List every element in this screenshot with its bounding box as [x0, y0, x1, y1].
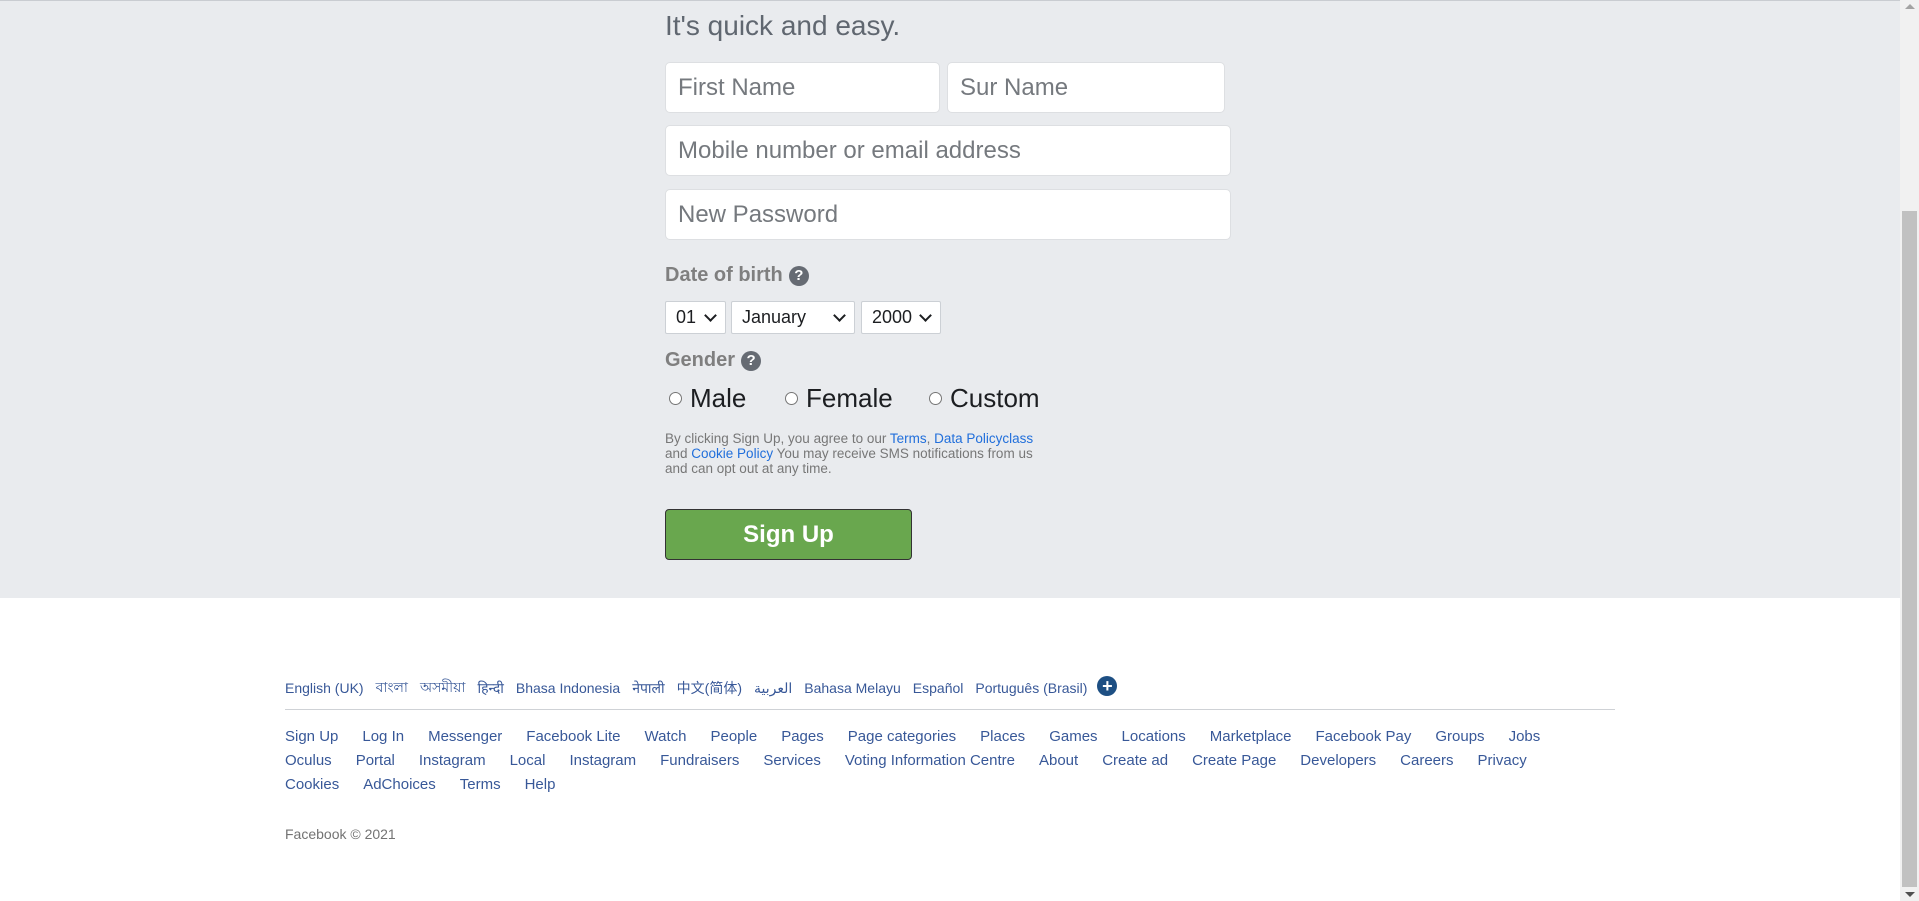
- footer-link[interactable]: Marketplace: [1210, 728, 1292, 745]
- footer-link[interactable]: Terms: [460, 776, 501, 793]
- chevron-down-icon: [704, 308, 717, 322]
- scroll-down-arrow-icon[interactable]: [1905, 892, 1915, 897]
- language-link[interactable]: English (UK): [285, 680, 364, 696]
- language-link[interactable]: অসমীয়া: [420, 676, 465, 700]
- gender-label: Gender ?: [665, 349, 762, 372]
- birth-month-value: January: [742, 307, 807, 327]
- footer-link[interactable]: Cookies: [285, 776, 339, 793]
- footer-links-row: Sign Up Log In Messenger Facebook Lite W…: [285, 728, 1625, 745]
- custom-label: Custom: [950, 383, 1040, 413]
- male-label: Male: [690, 383, 747, 413]
- footer-link[interactable]: Sign Up: [285, 728, 338, 745]
- footer-divider: [285, 709, 1615, 710]
- copyright-text: Facebook © 2021: [285, 826, 396, 842]
- signup-subtitle: It's quick and easy.: [665, 10, 901, 41]
- footer-link[interactable]: Jobs: [1509, 728, 1541, 745]
- sign-up-button[interactable]: Sign Up: [665, 509, 912, 560]
- vertical-scrollbar[interactable]: [1900, 0, 1919, 901]
- footer-link[interactable]: Local: [510, 752, 546, 769]
- footer-link[interactable]: About: [1039, 752, 1078, 769]
- language-selector: English (UK) বাংলা অসমীয়া हिन्दी Bhasa …: [285, 676, 1118, 700]
- footer-link[interactable]: Fundraisers: [660, 752, 739, 769]
- footer-link[interactable]: Page categories: [848, 728, 956, 745]
- language-link[interactable]: 中文(简体): [677, 678, 742, 698]
- legal-notice: By clicking Sign Up, you agree to our Te…: [665, 431, 1045, 476]
- scrollbar-thumb[interactable]: [1902, 211, 1917, 887]
- footer-link[interactable]: Instagram: [569, 752, 636, 769]
- male-radio[interactable]: [669, 392, 682, 405]
- chevron-down-icon: [919, 308, 932, 322]
- custom-radio[interactable]: [929, 392, 942, 405]
- female-label: Female: [806, 383, 893, 413]
- language-link[interactable]: Português (Brasil): [975, 680, 1087, 696]
- footer-link[interactable]: Groups: [1435, 728, 1484, 745]
- footer-link[interactable]: Portal: [356, 752, 395, 769]
- language-link[interactable]: Bahasa Melayu: [804, 680, 901, 696]
- birth-day-select[interactable]: 01: [665, 301, 726, 334]
- terms-link[interactable]: Terms: [890, 431, 927, 446]
- footer-link[interactable]: Pages: [781, 728, 824, 745]
- birth-year-value: 2000: [872, 307, 913, 327]
- first-name-input[interactable]: [665, 62, 940, 113]
- footer-link[interactable]: Services: [763, 752, 821, 769]
- sur-name-input[interactable]: [947, 62, 1225, 113]
- cookie-policy-link[interactable]: Cookie Policy: [691, 446, 773, 461]
- female-radio[interactable]: [785, 392, 798, 405]
- language-link[interactable]: हिन्दी: [477, 679, 503, 698]
- footer-link[interactable]: Privacy: [1478, 752, 1527, 769]
- data-policy-link[interactable]: Data Policyclass: [934, 431, 1033, 446]
- plus-circle-icon[interactable]: +: [1097, 676, 1118, 696]
- language-link[interactable]: Bhasa Indonesia: [516, 680, 620, 696]
- date-of-birth-label: Date of birth ?: [665, 264, 809, 287]
- footer-link[interactable]: Help: [525, 776, 556, 793]
- footer-link[interactable]: Games: [1049, 728, 1097, 745]
- footer-links-row: Cookies AdChoices Terms Help: [285, 776, 1625, 793]
- legal-separator: ,: [926, 431, 935, 446]
- birth-year-select[interactable]: 2000: [861, 301, 941, 334]
- footer-link[interactable]: Messenger: [428, 728, 502, 745]
- footer-link[interactable]: Developers: [1300, 752, 1376, 769]
- dob-label-text: Date of birth: [665, 264, 783, 286]
- gender-label-text: Gender: [665, 349, 736, 371]
- footer-link[interactable]: Places: [980, 728, 1025, 745]
- birth-day-value: 01: [676, 307, 697, 327]
- mobile-or-email-input[interactable]: [665, 125, 1231, 176]
- footer-link[interactable]: Watch: [645, 728, 687, 745]
- new-password-input[interactable]: [665, 189, 1231, 240]
- footer-link[interactable]: Oculus: [285, 752, 332, 769]
- footer-link[interactable]: Create ad: [1102, 752, 1168, 769]
- footer-link[interactable]: Locations: [1122, 728, 1186, 745]
- birth-month-select[interactable]: January: [731, 301, 855, 334]
- footer-link[interactable]: People: [710, 728, 757, 745]
- footer-link[interactable]: Instagram: [419, 752, 486, 769]
- question-circle-icon[interactable]: ?: [741, 350, 762, 371]
- language-link[interactable]: नेपाली: [632, 679, 664, 698]
- footer-link[interactable]: AdChoices: [363, 776, 436, 793]
- footer-link[interactable]: Careers: [1400, 752, 1453, 769]
- language-link[interactable]: العربية: [754, 680, 792, 697]
- footer-link[interactable]: Facebook Pay: [1315, 728, 1411, 745]
- footer-links-row: Oculus Portal Instagram Local Instagram …: [285, 752, 1625, 769]
- question-circle-icon[interactable]: ?: [788, 265, 809, 286]
- legal-text: By clicking Sign Up, you agree to our: [665, 431, 890, 446]
- gender-option-female[interactable]: Female: [785, 383, 893, 414]
- gender-option-custom[interactable]: Custom: [929, 383, 1040, 414]
- legal-text: and: [665, 446, 692, 461]
- footer-link[interactable]: Voting Information Centre: [845, 752, 1015, 769]
- chevron-down-icon: [833, 308, 846, 322]
- language-link[interactable]: Español: [913, 680, 964, 696]
- gender-option-male[interactable]: Male: [669, 383, 746, 414]
- language-link[interactable]: বাংলা: [376, 676, 408, 700]
- footer-link[interactable]: Create Page: [1192, 752, 1276, 769]
- footer-link[interactable]: Facebook Lite: [526, 728, 620, 745]
- footer-link[interactable]: Log In: [362, 728, 404, 745]
- scroll-up-arrow-icon[interactable]: [1905, 4, 1915, 9]
